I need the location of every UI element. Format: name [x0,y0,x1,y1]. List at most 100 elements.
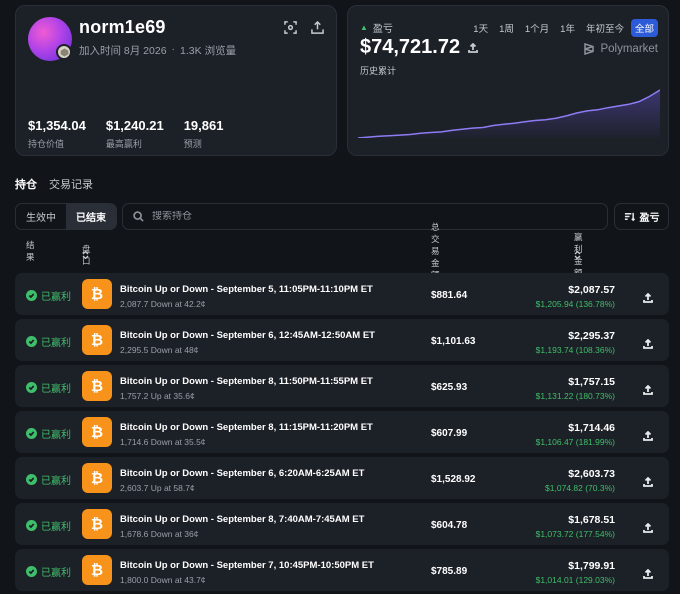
period-option[interactable]: 1周 [495,19,518,37]
table-header: 结果 盘口 总交易金额 赢利金额 [0,222,680,280]
share-button[interactable] [643,474,653,487]
share-button[interactable] [643,336,653,349]
period-option[interactable]: 1天 [469,19,492,37]
share-button[interactable] [643,290,653,303]
table-row[interactable]: 已赢利 ₿ Bitcoin Up or Down - September 8, 11… [15,365,669,407]
stat-label: 最高赢利 [105,139,142,149]
status-label: 已赢利 [41,292,71,303]
svg-text:₿: ₿ [91,469,103,487]
check-circle-icon [26,474,37,485]
market-title[interactable]: Bitcoin Up or Down - September 8, 7:40AM… [120,514,364,525]
table-row[interactable]: 已赢利 ₿ Bitcoin Up or Down - September 7, 10… [15,549,669,591]
scan-button[interactable] [284,21,297,39]
search-box [122,203,608,230]
total-amount: $625.93 [431,382,468,393]
share-icon [643,522,653,533]
share-icon [643,338,653,349]
position-detail: 2,295.5 Down at 48¢ [120,345,199,355]
bitcoin-icon: ₿ [82,371,112,401]
profile-card: norm1e69 加入时间 8月 2026 · 1.3K 浏览量 $1,354.… [15,5,337,156]
market-title[interactable]: Bitcoin Up or Down - September 6, 6:20AM… [120,468,364,479]
header-label: 赢利金额 [574,232,583,278]
brand-name: Polymarket [600,43,658,55]
win-amount: $1,678.51 [568,514,615,526]
main-tabs: 持仓 交易记录 [15,176,93,192]
share-icon [643,384,653,395]
meta-separator: · [171,43,176,55]
table-row[interactable]: 已赢利 ₿ Bitcoin Up or Down - September 8, 7:… [15,503,669,545]
profile-meta: 加入时间 8月 2026 · 1.3K 浏览量 [79,43,236,58]
status-won: 已赢利 [26,564,71,579]
position-detail: 2,603.7 Up at 58.7¢ [120,483,195,493]
table-row[interactable]: 已赢利 ₿ Bitcoin Up or Down - September 6, 6:… [15,457,669,499]
total-amount: $604.78 [431,520,468,531]
status-segmented-control: 生效中 已结束 [15,203,117,230]
segment-option[interactable]: 已结束 [66,204,116,229]
share-icon[interactable] [468,42,479,53]
total-amount: $1,528.92 [431,474,476,485]
bitcoin-icon: ₿ [82,555,112,585]
status-label: 已赢利 [41,476,71,487]
profile-actions [284,20,324,39]
status-won: 已赢利 [26,380,71,395]
share-button[interactable] [643,520,653,533]
table-row[interactable]: 已赢利 ₿ Bitcoin Up or Down - September 8, 11… [15,411,669,453]
polymarket-logo-icon [584,43,595,55]
total-amount: $881.64 [431,290,468,301]
header-win[interactable]: 赢利金额 [574,232,583,278]
header-label: 盘口 [82,244,91,266]
polymarket-brand: Polymarket [583,43,658,55]
stat-biggest-win: $1,240.21 最高赢利 [106,118,164,150]
share-button[interactable] [643,382,653,395]
username: norm1e69 [79,17,166,37]
position-detail: 1,757.2 Up at 35.6¢ [120,391,195,401]
status-won: 已赢利 [26,426,71,441]
pnl-area [358,90,660,138]
win-amount: $1,799.91 [568,560,615,572]
gain-amount: $1,014.01 (129.03%) [535,575,615,585]
period-option[interactable]: 全部 [630,19,658,37]
pnl-card: ▲ 盈亏 1天 1周 1个月 1年 年初至今 全部 $74,721.72 历史累计 Pol… [347,5,669,156]
share-profile-button[interactable] [311,20,324,39]
header-label: 总交易金额 [431,222,440,280]
stat-predictions: 19,861 预测 [184,118,224,150]
tab-1[interactable]: 交易记录 [49,176,93,192]
share-button[interactable] [643,428,653,441]
bitcoin-icon: ₿ [82,509,112,539]
pnl-label: 盈亏 [372,24,393,35]
joined-date: 加入时间 8月 2026 [79,45,167,57]
market-title[interactable]: Bitcoin Up or Down - September 7, 10:45P… [120,560,374,571]
header-market[interactable]: 盘口 [82,244,91,266]
market-title[interactable]: Bitcoin Up or Down - September 6, 12:45A… [120,330,375,341]
sort-icon [624,212,635,222]
status-won: 已赢利 [26,334,71,349]
pnl-value-row: $74,721.72 [360,36,479,59]
header-label: 结果 [26,240,35,262]
sort-button[interactable]: 盈亏 [614,203,669,230]
win-amount: $1,714.46 [568,422,615,434]
table-row[interactable]: 已赢利 ₿ Bitcoin Up or Down - September 5, 11… [15,273,669,315]
segment-option[interactable]: 生效中 [16,204,66,229]
market-title[interactable]: Bitcoin Up or Down - September 8, 11:15P… [120,422,373,433]
scan-icon [284,21,297,34]
table-row[interactable]: 已赢利 ₿ Bitcoin Up or Down - September 6, 12… [15,319,669,361]
bitcoin-icon: ₿ [82,463,112,493]
period-option[interactable]: 年初至今 [582,19,628,37]
status-won: 已赢利 [26,518,71,533]
period-option[interactable]: 1个月 [521,19,553,37]
stat-value: 19,861 [183,118,224,133]
share-icon [643,292,653,303]
position-detail: 1,714.6 Down at 35.5¢ [120,437,206,447]
search-input[interactable] [152,211,552,222]
sort-label: 盈亏 [639,213,660,224]
market-title[interactable]: Bitcoin Up or Down - September 5, 11:05P… [120,284,373,295]
gain-amount: $1,106.47 (181.99%) [535,437,615,447]
svg-text:₿: ₿ [91,331,103,349]
market-title[interactable]: Bitcoin Up or Down - September 8, 11:50P… [120,376,373,387]
period-option[interactable]: 1年 [556,19,579,37]
share-button[interactable] [643,566,653,579]
share-icon [643,430,653,441]
tab-0[interactable]: 持仓 [15,176,37,192]
stat-positions-value: $1,354.04 持仓价值 [28,118,86,150]
view-count: 1.3K 浏览量 [180,45,237,57]
